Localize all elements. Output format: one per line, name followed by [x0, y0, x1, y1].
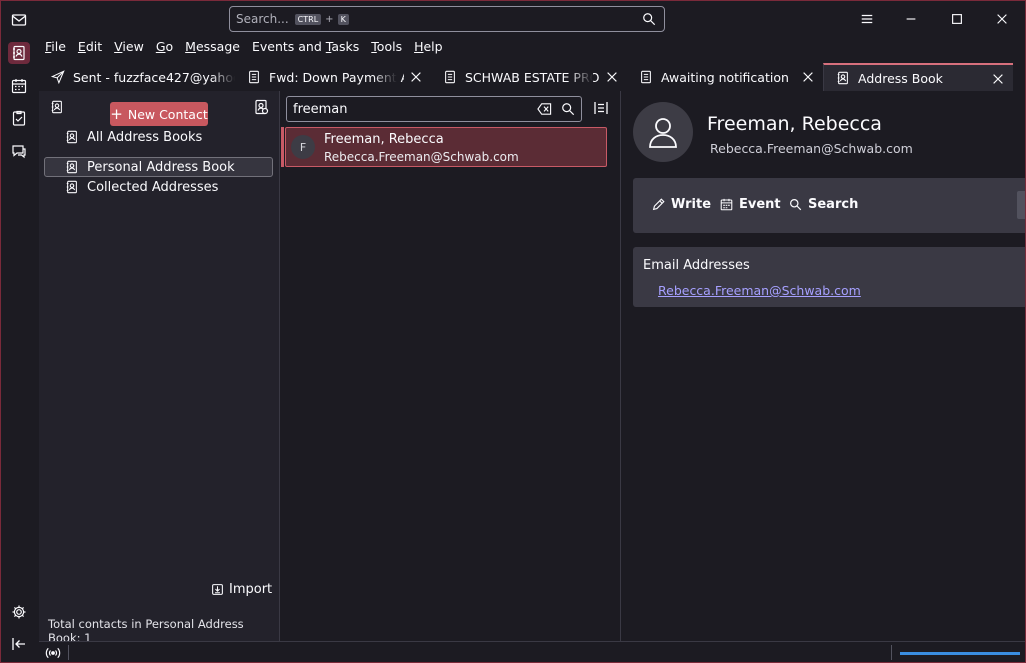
menu-edit[interactable]: Edit: [72, 37, 108, 59]
address-books-pane: + New Contact All Address Books Personal…: [39, 91, 280, 645]
calendar-event-icon: [720, 198, 733, 211]
activity-progress-fill: [900, 652, 1020, 655]
calendar-icon[interactable]: [8, 75, 30, 97]
contact-detail-pane: Freeman, Rebecca Rebecca.Freeman@Schwab.…: [621, 91, 1025, 641]
shortcut-plus: +: [325, 13, 334, 25]
close-tab-icon[interactable]: [409, 70, 423, 84]
address-book-space-icon[interactable]: [8, 42, 30, 64]
import-icon: [212, 584, 223, 595]
menu-message[interactable]: Message: [179, 37, 246, 59]
close-window-icon[interactable]: [989, 7, 1015, 31]
search-icon[interactable]: [642, 12, 656, 26]
search-placeholder: Search...: [236, 12, 289, 26]
contact-name: Freeman, Rebecca: [324, 132, 444, 147]
menu-tools[interactable]: Tools: [365, 37, 408, 59]
contact-primary-email: Rebecca.Freeman@Schwab.com: [710, 141, 913, 156]
menu-events-and-tasks[interactable]: Events and Tasks: [246, 37, 365, 59]
online-status-icon[interactable]: [45, 645, 61, 661]
book-personal-address-book[interactable]: Personal Address Book: [44, 157, 273, 177]
contact-search-value: freeman: [293, 101, 348, 117]
address-book-options-icon[interactable]: [253, 99, 269, 115]
new-contact-button[interactable]: + New Contact: [110, 102, 208, 126]
edit-button-partial[interactable]: [1017, 191, 1025, 219]
contact-list-pane: freeman F Freeman, Rebecca Rebecca.Freem…: [280, 91, 621, 641]
email-addresses-section: Email Addresses Rebecca.Freeman@Schwab.c…: [633, 247, 1025, 307]
tab-fwd-down-payment[interactable]: Fwd: Down Payment Assistance: [235, 63, 431, 91]
write-button[interactable]: Write: [652, 197, 711, 212]
close-tab-icon[interactable]: [801, 70, 815, 84]
list-display-options-icon[interactable]: [593, 100, 609, 116]
close-tab-icon[interactable]: [991, 72, 1005, 86]
person-placeholder-icon: [649, 118, 677, 148]
settings-gear-icon[interactable]: [8, 601, 30, 623]
email-address-link[interactable]: Rebecca.Freeman@Schwab.com: [658, 283, 861, 298]
contact-display-name: Freeman, Rebecca: [707, 113, 882, 135]
shortcut-key-ctrl: CTRL: [294, 13, 322, 25]
search-icon: [790, 199, 802, 211]
tab-sent[interactable]: Sent - fuzzface427@yahoo.com: [39, 63, 235, 91]
book-collected-addresses[interactable]: Collected Addresses: [44, 177, 273, 197]
contact-email: Rebecca.Freeman@Schwab.com: [324, 150, 519, 164]
tab-awaiting-notification[interactable]: Awaiting notification: [627, 63, 823, 91]
new-address-book-icon[interactable]: [50, 100, 64, 114]
address-book-icon: [66, 130, 77, 144]
close-tab-icon[interactable]: [605, 70, 619, 84]
menu-view[interactable]: View: [108, 37, 150, 59]
tab-schwab-estate[interactable]: SCHWAB ESTATE PROCESS: [431, 63, 627, 91]
thunderbird-window: Search... CTRL + K File Edit View Go Mes…: [0, 0, 1026, 663]
document-icon: [249, 70, 259, 84]
maximize-icon[interactable]: [944, 7, 970, 31]
menu-help[interactable]: Help: [408, 37, 449, 59]
activity-progress-bar: [900, 652, 1020, 655]
document-icon: [445, 70, 455, 84]
contact-initial-avatar: F: [291, 135, 315, 159]
search-messages-button[interactable]: Search: [789, 197, 858, 212]
contact-actions-bar: Write Event Search: [633, 178, 1025, 233]
address-book-icon: [66, 160, 77, 174]
avatar: [633, 102, 693, 162]
book-all-address-books[interactable]: All Address Books: [44, 127, 273, 147]
tasks-icon[interactable]: [8, 107, 30, 129]
global-search-input[interactable]: Search... CTRL + K: [229, 6, 665, 32]
collapse-spaces-icon[interactable]: [8, 633, 30, 655]
import-button[interactable]: Import: [211, 582, 272, 597]
address-book-icon: [837, 71, 848, 85]
mail-icon[interactable]: [8, 9, 30, 31]
status-bar: [39, 641, 1025, 662]
menubar: File Edit View Go Message Events and Tas…: [39, 37, 449, 59]
plus-icon: +: [110, 104, 123, 123]
paper-plane-icon: [51, 70, 65, 84]
tab-address-book[interactable]: Address Book: [823, 63, 1013, 91]
spaces-toolbar: [1, 1, 39, 662]
menu-go[interactable]: Go: [150, 37, 179, 59]
minimize-icon[interactable]: [898, 7, 924, 31]
event-button[interactable]: Event: [720, 197, 781, 212]
shortcut-key-k: K: [337, 13, 349, 25]
menu-file[interactable]: File: [39, 37, 72, 59]
email-addresses-heading: Email Addresses: [643, 258, 750, 273]
app-menu-hamburger-icon[interactable]: [854, 7, 880, 31]
clear-search-icon[interactable]: [537, 102, 552, 116]
chat-icon[interactable]: [8, 140, 30, 162]
document-icon: [641, 70, 651, 84]
address-book-icon: [66, 180, 77, 194]
tab-bar: Sent - fuzzface427@yahoo.com Fwd: Down P…: [39, 63, 1025, 91]
search-icon[interactable]: [561, 102, 575, 116]
pencil-icon: [652, 198, 665, 211]
contact-search-input[interactable]: freeman: [286, 96, 582, 122]
contact-list-item[interactable]: F Freeman, Rebecca Rebecca.Freeman@Schwa…: [281, 127, 607, 167]
